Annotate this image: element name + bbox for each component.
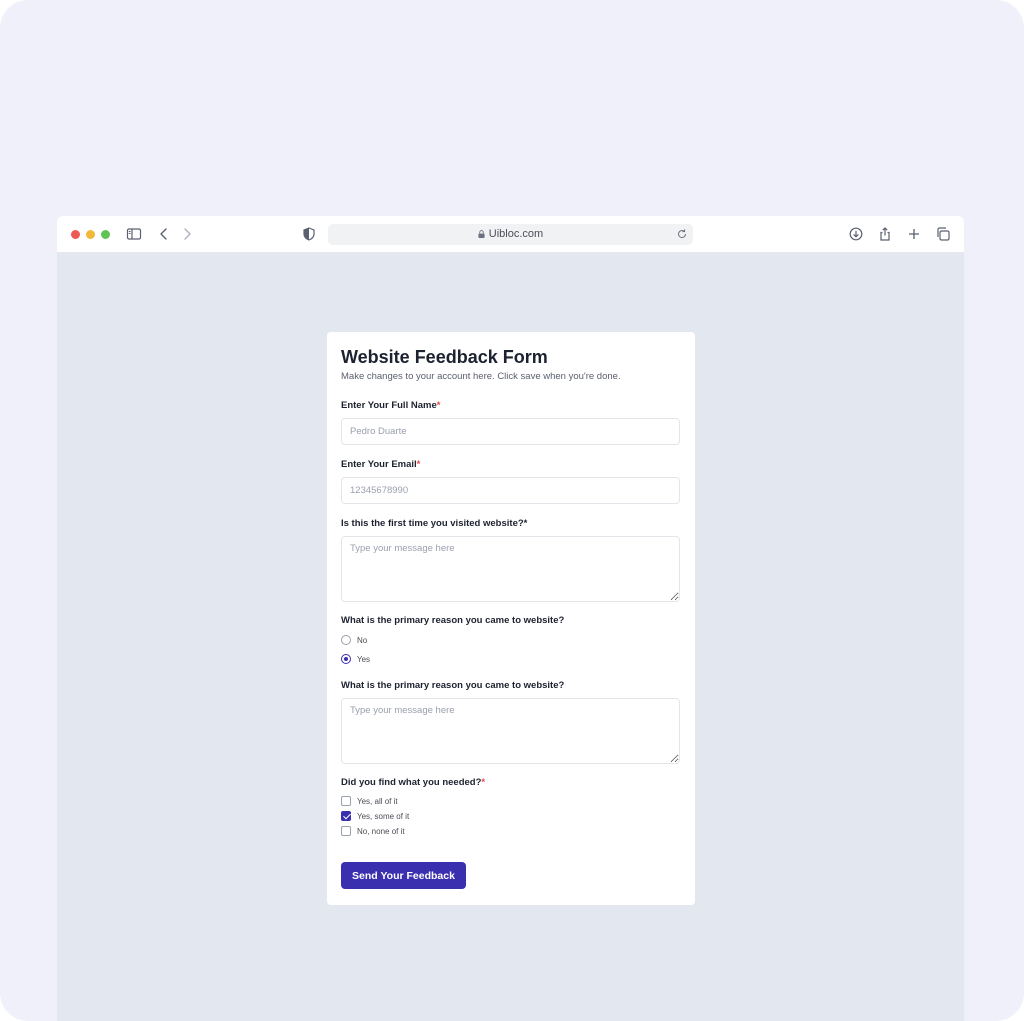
full-name-label: Enter Your Full Name* (341, 400, 441, 411)
address-bar[interactable]: Uibloc.com (328, 224, 693, 245)
checkbox-option-label: Yes, all of it (357, 796, 398, 806)
radio-option-yes[interactable]: Yes (341, 653, 370, 665)
chevron-right-icon[interactable] (179, 226, 195, 242)
checkbox-option-label: Yes, some of it (357, 811, 410, 821)
maximize-window-button[interactable] (101, 230, 110, 239)
email-input[interactable] (341, 477, 680, 504)
checkbox-option-label: No, none of it (357, 826, 405, 836)
form-title: Website Feedback Form (341, 347, 548, 367)
browser-toolbar: Uibloc.com (57, 216, 964, 253)
download-icon[interactable] (848, 226, 864, 242)
checkbox-option-some[interactable]: Yes, some of it (341, 810, 409, 822)
required-marker: * (436, 400, 441, 411)
minimize-window-button[interactable] (86, 230, 95, 239)
reload-icon[interactable] (676, 228, 688, 240)
radio-option-no[interactable]: No (341, 634, 367, 646)
send-feedback-button[interactable]: Send Your Feedback (341, 862, 466, 889)
full-name-input[interactable] (341, 418, 680, 445)
required-marker: * (481, 777, 486, 788)
radio-button[interactable] (341, 635, 351, 645)
checkbox[interactable] (341, 826, 351, 836)
close-window-button[interactable] (71, 230, 80, 239)
plus-icon[interactable] (906, 226, 922, 242)
browser-window: Uibloc.com Website Feedback Form Make ch… (57, 216, 964, 1021)
checkbox-option-none[interactable]: No, none of it (341, 825, 405, 837)
shield-icon[interactable] (301, 226, 317, 242)
radio-button[interactable] (341, 654, 351, 664)
sidebar-icon[interactable] (126, 226, 142, 242)
radio-option-label: No (357, 635, 368, 645)
chevron-left-icon[interactable] (156, 226, 172, 242)
first-visit-label: Is this the first time you visited websi… (341, 518, 528, 529)
found-needed-label: Did you find what you needed?* (341, 777, 486, 788)
share-icon[interactable] (877, 226, 893, 242)
tabs-icon[interactable] (935, 226, 951, 242)
checkbox[interactable] (341, 811, 351, 821)
checkbox-option-all[interactable]: Yes, all of it (341, 795, 398, 807)
page-background: Uibloc.com Website Feedback Form Make ch… (0, 0, 1024, 1021)
email-label: Enter Your Email* (341, 459, 421, 470)
primary-reason-radio-label: What is the primary reason you came to w… (341, 615, 565, 626)
lock-icon (478, 230, 485, 238)
radio-option-label: Yes (357, 654, 371, 664)
url-text: Uibloc.com (488, 228, 544, 240)
checkbox[interactable] (341, 796, 351, 806)
first-visit-textarea[interactable] (341, 536, 680, 602)
feedback-form-card: Website Feedback Form Make changes to yo… (327, 332, 695, 905)
form-subtitle: Make changes to your account here. Click… (341, 371, 621, 382)
primary-reason-text-label: What is the primary reason you came to w… (341, 680, 565, 691)
required-marker: * (416, 459, 421, 470)
primary-reason-textarea[interactable] (341, 698, 680, 764)
